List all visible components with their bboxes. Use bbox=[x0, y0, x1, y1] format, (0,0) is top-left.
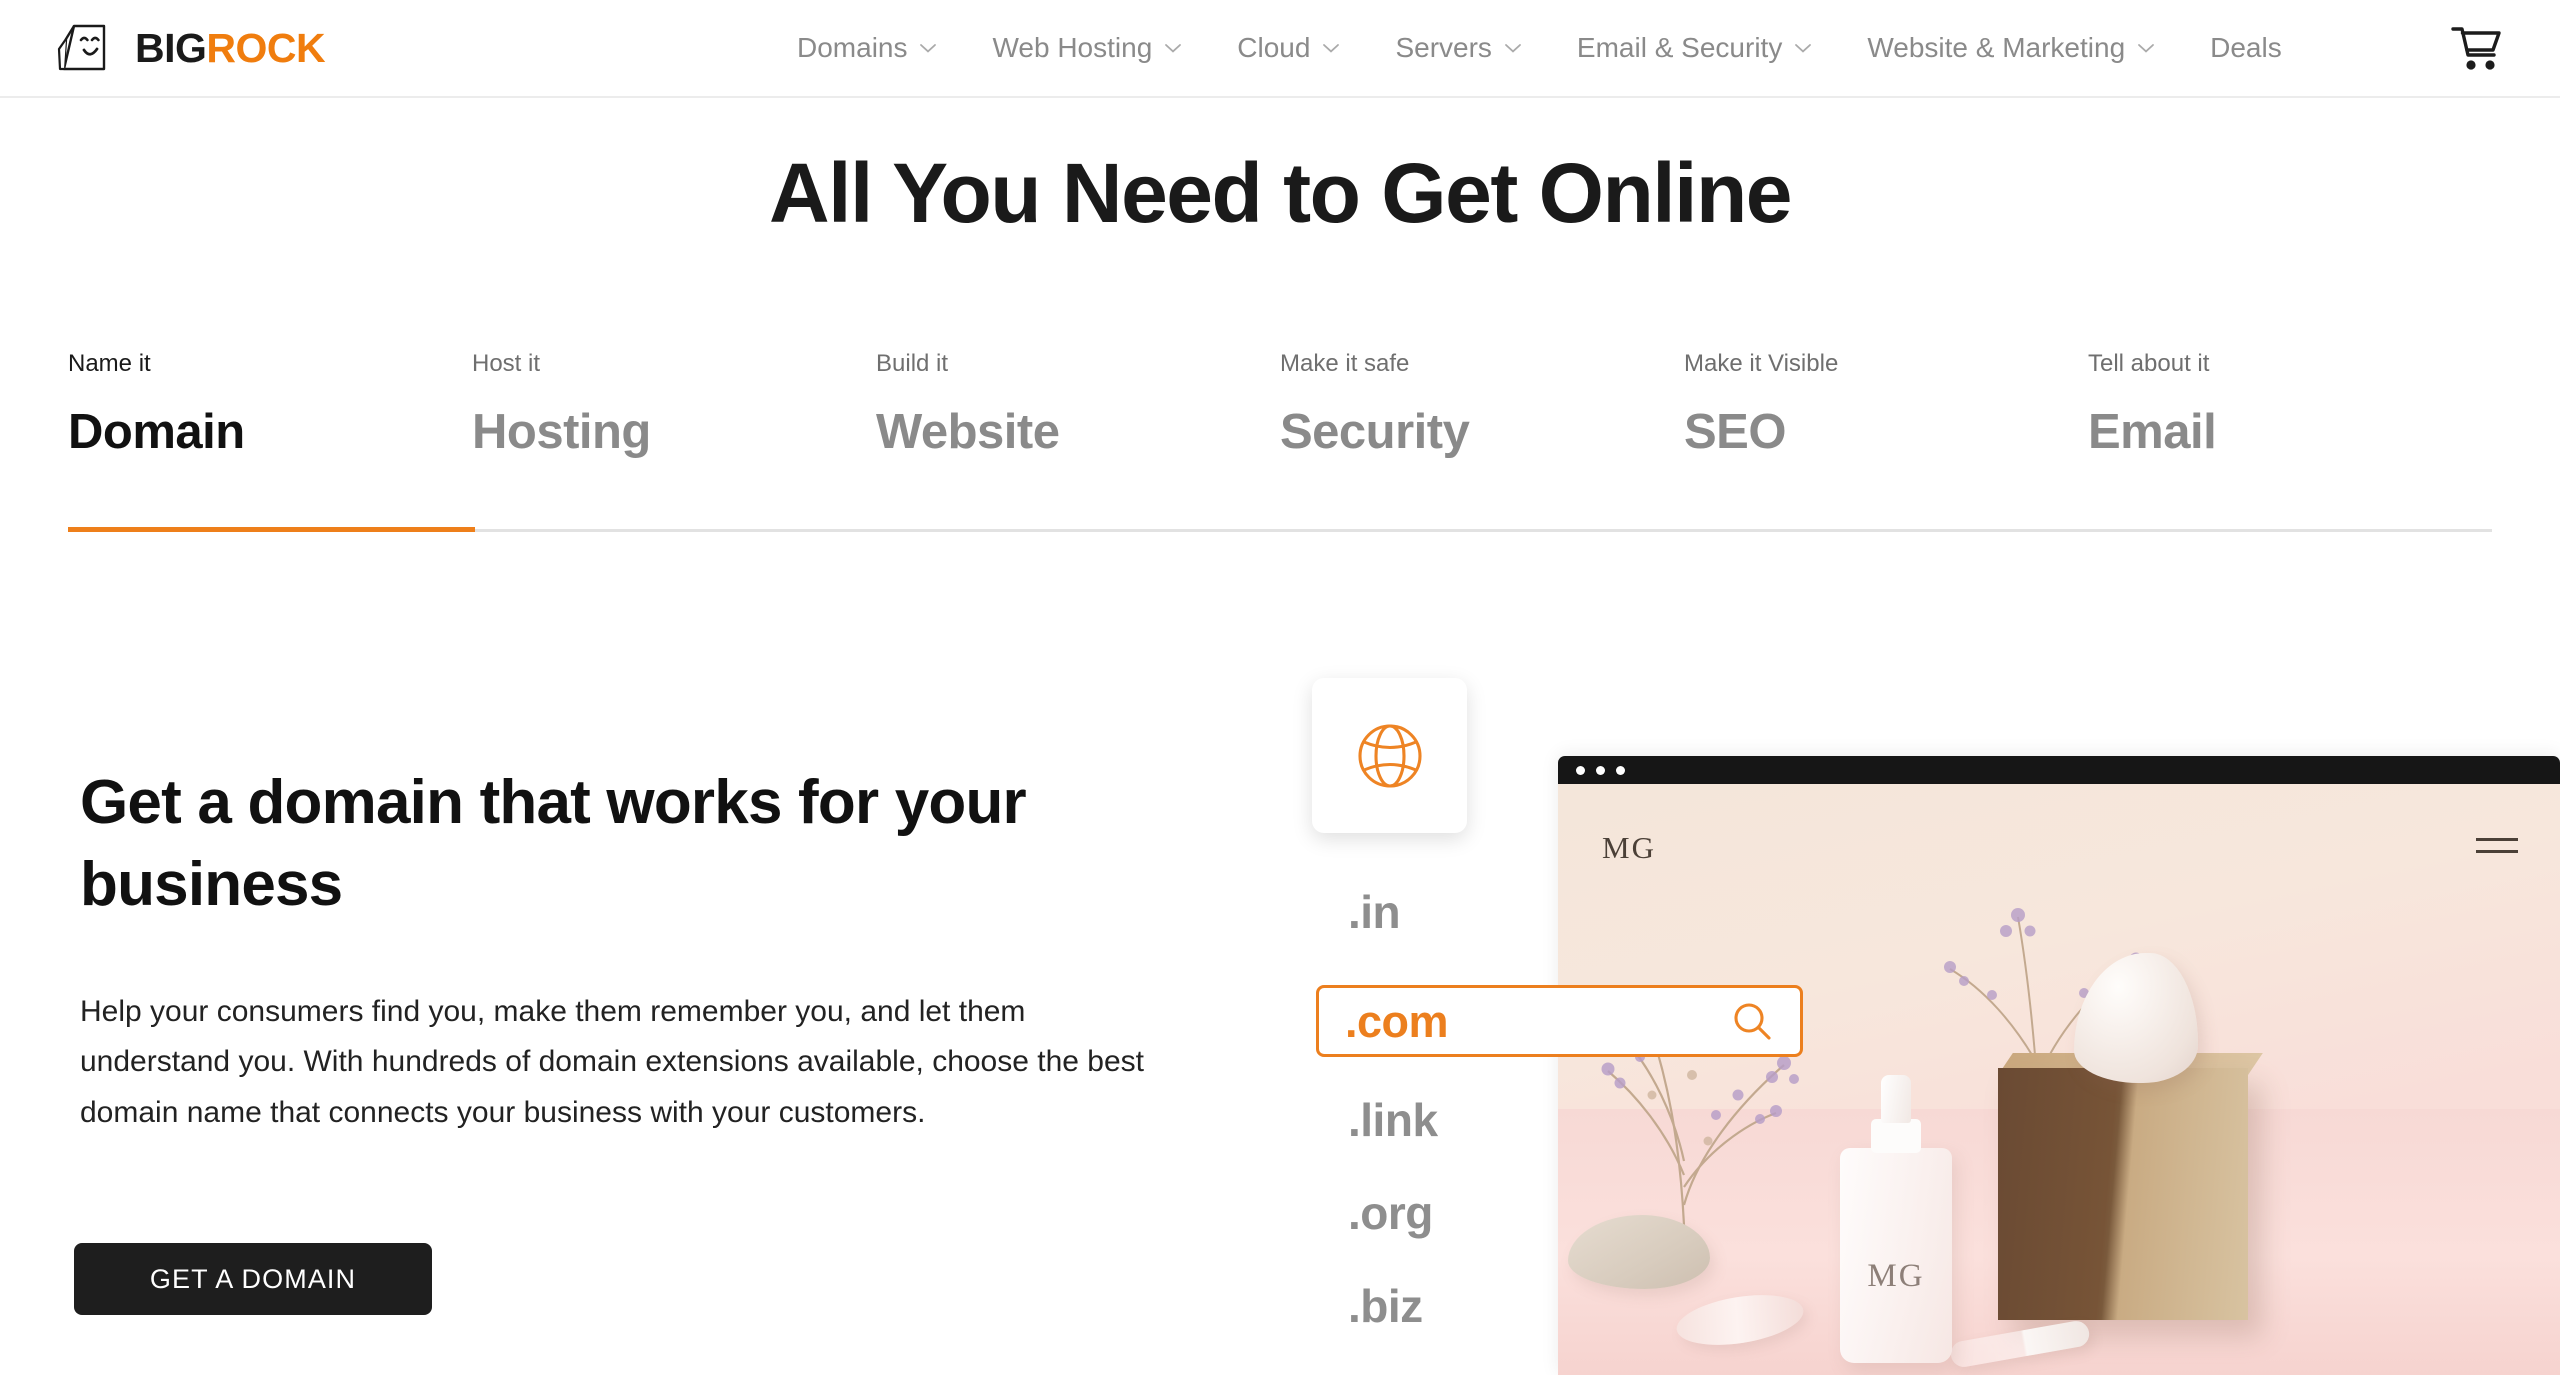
bigrock-smiley-rock-logo-icon bbox=[57, 24, 106, 71]
tld-option-link[interactable]: .link bbox=[1348, 1093, 1438, 1147]
get-a-domain-button[interactable]: GET A DOMAIN bbox=[74, 1243, 432, 1315]
nav-label-deals: Deals bbox=[2210, 32, 2282, 63]
nav-label-email-security: Email & Security bbox=[1576, 32, 1783, 63]
chevron-down-icon bbox=[1165, 44, 1182, 53]
tab-label-website: Website bbox=[876, 405, 1060, 459]
cart-button[interactable] bbox=[2449, 22, 2505, 74]
tab-hosting[interactable]: Host it Hosting bbox=[472, 352, 876, 532]
nav-label-servers: Servers bbox=[1395, 32, 1492, 63]
window-dot bbox=[1596, 765, 1605, 775]
tab-kicker-security: Make it safe bbox=[1280, 350, 1410, 377]
nav-label-domains: Domains bbox=[797, 32, 908, 63]
tld-option-com: .com bbox=[1345, 995, 1449, 1047]
nav-item-deals[interactable]: Deals bbox=[2183, 32, 2309, 64]
nav-label-website-marketing: Website & Marketing bbox=[1867, 32, 2126, 63]
page-title: All You Need to Get Online bbox=[769, 146, 1793, 240]
serum-bottle bbox=[1840, 1148, 1952, 1363]
tab-website[interactable]: Build it Website bbox=[876, 352, 1280, 532]
tab-security[interactable]: Make it safe Security bbox=[1280, 352, 1684, 532]
nav-item-servers[interactable]: Servers bbox=[1368, 32, 1549, 64]
tab-kicker-hosting: Host it bbox=[472, 350, 541, 377]
tab-active-indicator bbox=[68, 527, 475, 532]
tab-label-seo: SEO bbox=[1684, 405, 1786, 459]
brand-name-big: BIG bbox=[135, 24, 207, 71]
tab-label-domain: Domain bbox=[68, 405, 245, 459]
mockup-site-logo: MG bbox=[1602, 830, 1656, 865]
hamburger-line bbox=[2476, 838, 2518, 841]
tld-option-org[interactable]: .org bbox=[1348, 1186, 1433, 1240]
hamburger-line bbox=[2476, 850, 2518, 853]
tab-kicker-seo: Make it Visible bbox=[1684, 350, 1839, 377]
tld-search-box-com[interactable]: .com bbox=[1316, 985, 1803, 1057]
search-icon[interactable] bbox=[1730, 999, 1774, 1043]
nav-item-website-marketing[interactable]: Website & Marketing bbox=[1840, 32, 2183, 64]
tab-label-hosting: Hosting bbox=[472, 405, 651, 459]
tld-option-biz[interactable]: .biz bbox=[1348, 1279, 1423, 1333]
tab-email[interactable]: Tell about it Email bbox=[2088, 352, 2492, 532]
wood-block bbox=[1998, 1068, 2248, 1320]
tld-option-in[interactable]: .in bbox=[1348, 885, 1401, 939]
window-dot bbox=[1576, 765, 1585, 775]
tab-label-security: Security bbox=[1280, 405, 1470, 459]
tab-label-email: Email bbox=[2088, 405, 2217, 459]
serum-bottle-cap bbox=[1881, 1075, 1911, 1123]
hamburger-menu-icon[interactable] bbox=[2476, 838, 2518, 862]
tab-domain[interactable]: Name it Domain bbox=[68, 352, 472, 532]
browser-page-content: MG MG bbox=[1558, 784, 2560, 1375]
site-header: BIGROCK Domains Web Hosting Cloud Server… bbox=[0, 0, 2560, 98]
globe-icon bbox=[1357, 723, 1422, 788]
nav-item-web-hosting[interactable]: Web Hosting bbox=[965, 32, 1210, 64]
serum-bottle-neck bbox=[1871, 1119, 1921, 1153]
browser-mockup: MG MG bbox=[1558, 756, 2560, 1375]
panel-heading: Get a domain that works for your busines… bbox=[80, 768, 1027, 919]
tab-kicker-website: Build it bbox=[876, 350, 949, 377]
panel-body-text: Help your consumers find you, make them … bbox=[80, 995, 1145, 1129]
nav-label-cloud: Cloud bbox=[1237, 32, 1311, 63]
chevron-down-icon bbox=[920, 44, 937, 53]
tab-seo[interactable]: Make it Visible SEO bbox=[1684, 352, 2088, 532]
brand-logo-text: BIGROCK bbox=[135, 24, 326, 71]
brand-logo[interactable]: BIGROCK bbox=[57, 23, 326, 73]
chevron-down-icon bbox=[1505, 44, 1521, 53]
tab-kicker-email: Tell about it bbox=[2088, 350, 2210, 377]
nav-label-web-hosting: Web Hosting bbox=[992, 32, 1153, 63]
chevron-down-icon bbox=[2138, 44, 2155, 53]
browser-title-bar bbox=[1558, 756, 2560, 784]
globe-icon-card[interactable] bbox=[1312, 678, 1467, 833]
serum-bottle-label: MG bbox=[1867, 1258, 1925, 1294]
nav-item-domains[interactable]: Domains bbox=[770, 32, 965, 64]
window-dot bbox=[1616, 765, 1625, 775]
shopping-cart-icon bbox=[2451, 27, 2501, 70]
chevron-down-icon bbox=[1323, 44, 1340, 53]
nav-item-cloud[interactable]: Cloud bbox=[1210, 32, 1368, 64]
chevron-down-icon bbox=[1795, 44, 1812, 53]
tab-kicker-domain: Name it bbox=[68, 350, 151, 377]
product-photo: MG bbox=[1558, 784, 2560, 1375]
brand-name-rock: ROCK bbox=[206, 24, 326, 71]
main-navigation: Domains Web Hosting Cloud Servers Email … bbox=[770, 32, 2309, 64]
nav-item-email-security[interactable]: Email & Security bbox=[1550, 32, 1840, 64]
category-tabs: Name it Domain Host it Hosting Build it … bbox=[68, 352, 2492, 532]
